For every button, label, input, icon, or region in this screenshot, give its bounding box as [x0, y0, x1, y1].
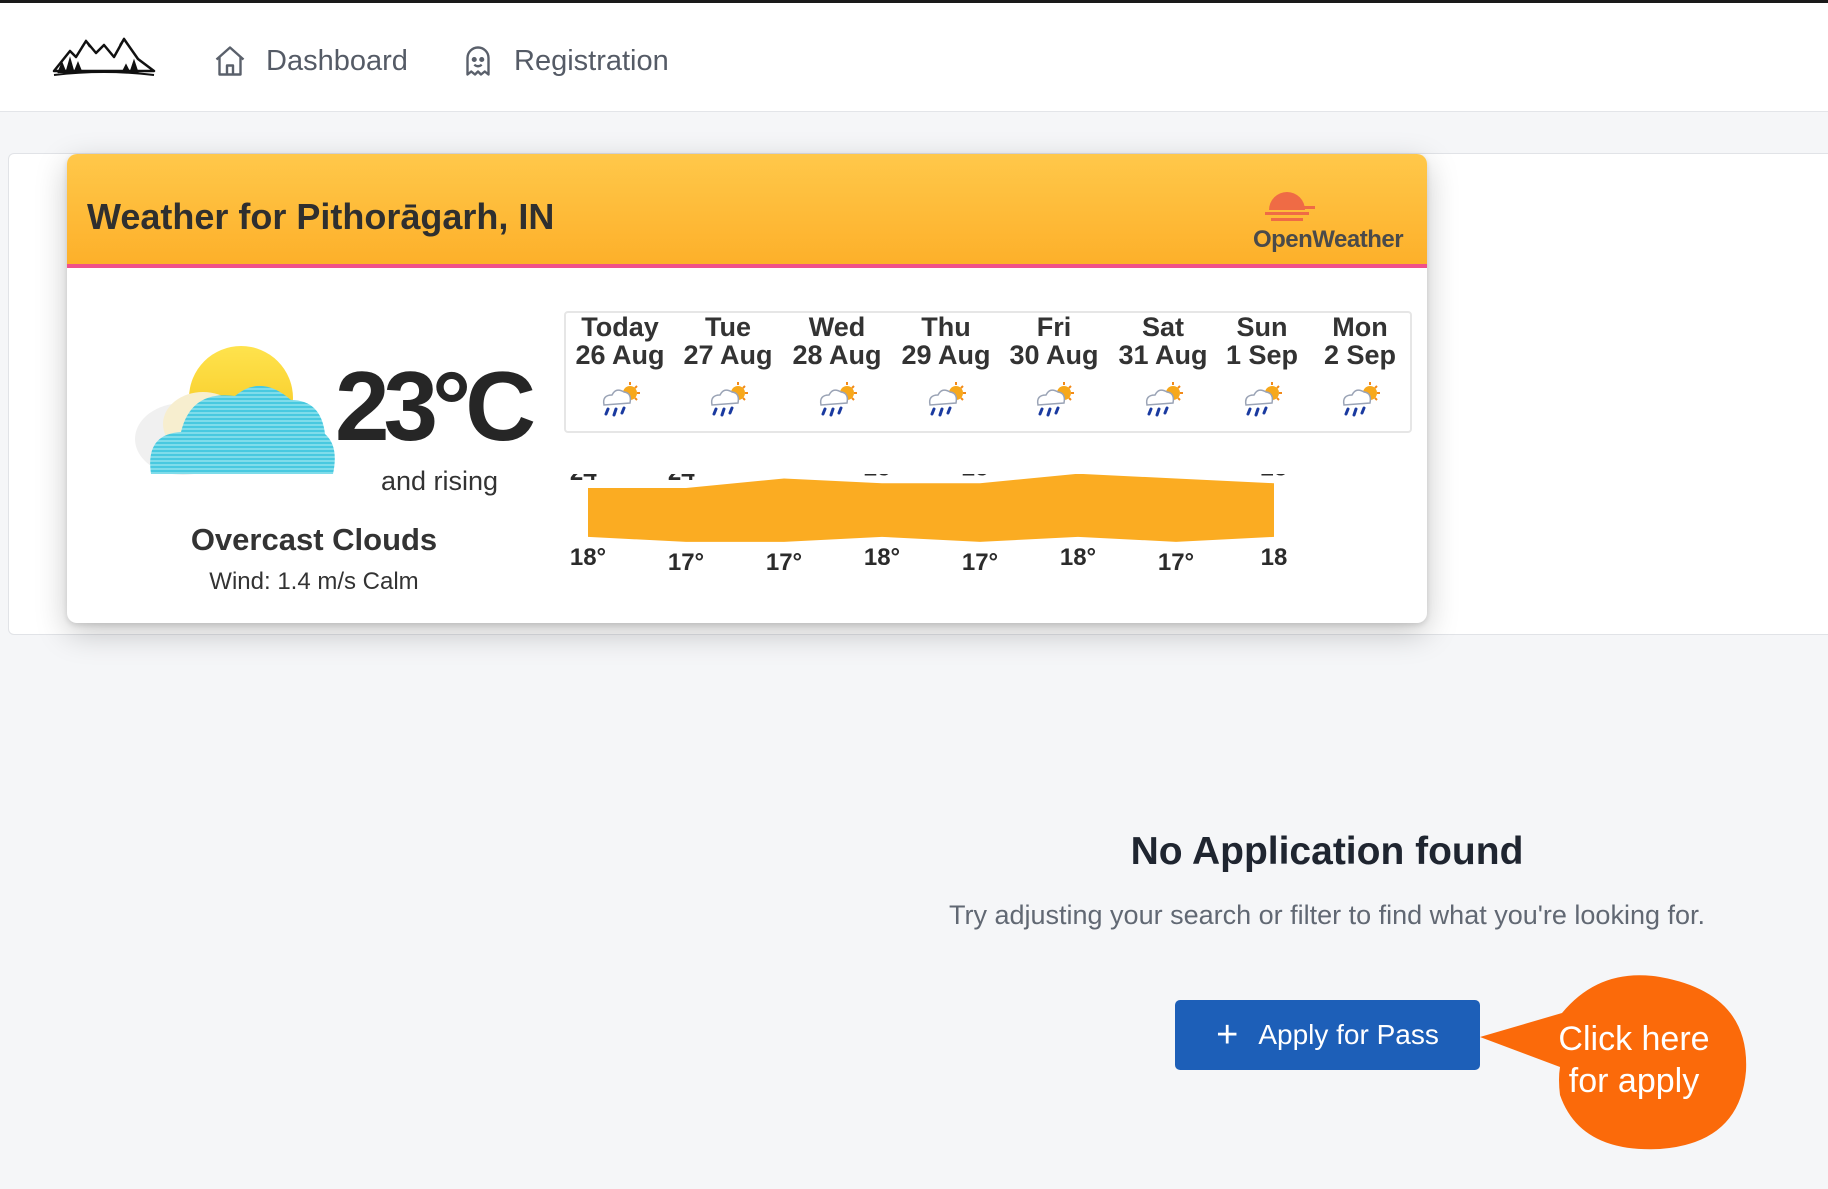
forecast-day: Thu 29 Aug [892, 313, 1000, 419]
openweather-brand: OpenWeather [1252, 226, 1404, 253]
day-name: Today [581, 312, 659, 342]
day-name: Sat [1141, 312, 1185, 342]
callout-line-1: Click here [1558, 1020, 1710, 1058]
callout-line-2: for apply [1568, 1062, 1700, 1100]
low-temp-label: 18 [1261, 544, 1288, 571]
weather-header: Weather for Pithorāgarh, IN OpenWeather [67, 154, 1427, 268]
forecast-day: Today 26 Aug [566, 313, 674, 419]
nav-registration-label: Registration [514, 44, 669, 77]
day-date: 2 Sep [1323, 340, 1397, 370]
day-name: Mon [1332, 312, 1388, 342]
rain-sun-icon [1139, 379, 1187, 419]
rain-sun-icon [922, 379, 970, 419]
nav-registration[interactable]: Registration [460, 39, 669, 83]
wind-info: Wind: 1.4 m/s Calm [209, 568, 419, 595]
callout-text: Click here for apply [1518, 1018, 1750, 1102]
weather-condition: Overcast Clouds [190, 522, 438, 557]
low-temp-label: 18° [864, 544, 900, 571]
day-date: 31 Aug [1118, 340, 1208, 370]
mountain-logo-icon[interactable] [52, 29, 156, 81]
nav-dashboard-label: Dashboard [266, 44, 408, 77]
low-temp-label: 17° [668, 549, 704, 576]
day-name: Fri [1036, 312, 1072, 342]
day-name: Thu [921, 312, 971, 342]
rain-sun-icon [1336, 379, 1384, 419]
day-date: 28 Aug [792, 340, 882, 370]
rain-sun-icon [1030, 379, 1078, 419]
empty-state-title: No Application found [1130, 830, 1524, 873]
apply-for-pass-button[interactable]: + Apply for Pass [1175, 1000, 1480, 1070]
high-temp-label: 24° [668, 474, 704, 486]
rain-sun-icon [1238, 379, 1286, 419]
temperature-trend: and rising [381, 466, 499, 496]
low-temp-label: 17° [962, 549, 998, 576]
rain-sun-icon [704, 379, 752, 419]
low-temp-label: 18° [1060, 544, 1096, 571]
day-name: Sun [1236, 312, 1288, 342]
day-name: Wed [808, 312, 866, 342]
empty-state-subtitle: Try adjusting your search or filter to f… [948, 900, 1705, 930]
apply-button-label: Apply for Pass [1258, 1019, 1439, 1050]
low-temp-label: 17° [1158, 549, 1194, 576]
high-temp-label: 26° [766, 474, 802, 477]
ghost-icon [466, 46, 490, 76]
forecast-day: Tue 27 Aug [674, 313, 782, 419]
high-temp-label: 25° [962, 474, 998, 481]
day-name: Tue [705, 312, 751, 342]
rain-sun-icon [813, 379, 861, 419]
forecast-day: Wed 28 Aug [783, 313, 891, 419]
nav-dashboard[interactable]: Dashboard [212, 39, 408, 83]
cloudy-sun-icon [135, 346, 335, 475]
day-date: 27 Aug [683, 340, 773, 370]
forecast-day: Fri 30 Aug [1000, 313, 1108, 419]
high-temp-label: 25 [1261, 474, 1288, 481]
home-icon [215, 46, 245, 76]
temperature-range-chart: 24°24°26°25°25°27°26°2518°17°17°18°17°18… [570, 474, 1288, 576]
low-temp-label: 18° [570, 544, 606, 571]
plus-icon: + [1216, 1014, 1239, 1056]
day-date: 29 Aug [901, 340, 991, 370]
forecast-day: Sun 1 Sep [1214, 313, 1310, 419]
forecast-day: Sat 31 Aug [1109, 313, 1217, 419]
day-date: 1 Sep [1225, 340, 1299, 370]
weather-title: Weather for Pithorāgarh, IN [87, 196, 555, 237]
high-temp-label: 26° [1158, 474, 1194, 477]
current-temperature: 23°C [335, 351, 536, 461]
weather-widget: Weather for Pithorāgarh, IN OpenWeather … [67, 154, 1427, 623]
day-date: 26 Aug [575, 340, 665, 370]
forecast-days: Today 26 Aug Tue 27 Aug Wed 28 Aug Thu 2… [564, 311, 1412, 433]
high-temp-label: 24° [570, 474, 606, 486]
rain-sun-icon [596, 379, 644, 419]
forecast-day: Mon 2 Sep [1310, 313, 1410, 419]
openweather-logo[interactable]: OpenWeather [1247, 184, 1409, 254]
top-navbar: Dashboard Registration [0, 0, 1828, 112]
openweather-sun-icon [1265, 192, 1315, 221]
day-date: 30 Aug [1009, 340, 1099, 370]
high-temp-label: 25° [864, 474, 900, 481]
low-temp-label: 17° [766, 549, 802, 576]
